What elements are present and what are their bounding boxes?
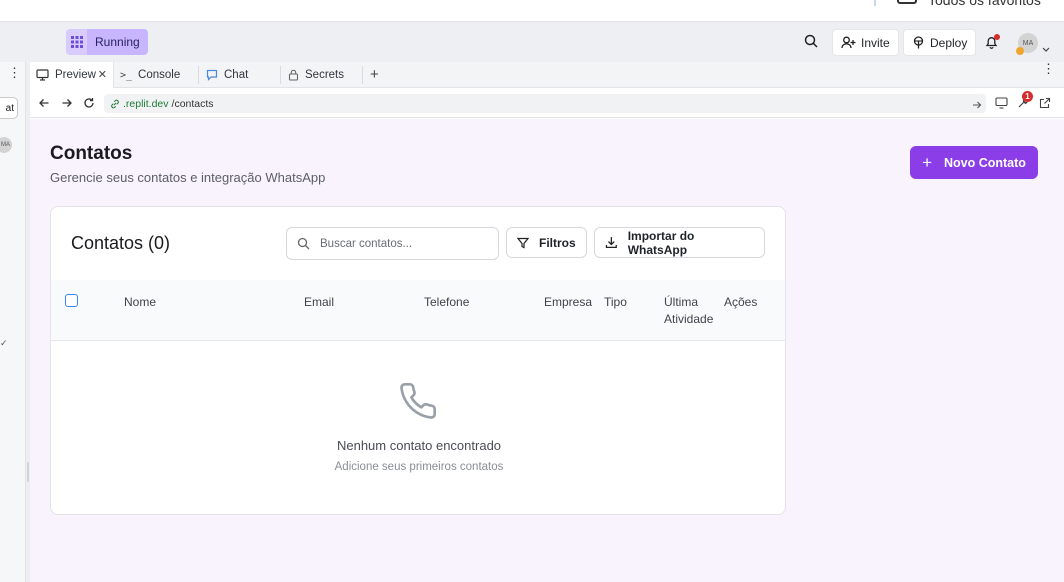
bookmarks-divider: [874, 0, 876, 6]
tab-console[interactable]: >_ Console: [114, 62, 198, 88]
filter-icon: [517, 237, 529, 248]
column-last-activity[interactable]: Última Atividade: [664, 294, 713, 328]
import-label: Importar do WhatsApp: [627, 228, 695, 257]
column-email[interactable]: Email: [304, 294, 334, 311]
forward-arrow-icon[interactable]: [61, 96, 73, 114]
tab-chat[interactable]: Chat: [200, 62, 280, 88]
download-icon: [605, 237, 617, 249]
filters-label: Filtros: [539, 235, 576, 250]
preview-url-bar: .replit.dev/contacts 1: [30, 88, 1064, 118]
tab-divider: [280, 66, 281, 84]
contacts-card: Contatos (0) Filtros Importar do WhatsAp…: [50, 206, 786, 515]
tab-secrets[interactable]: Secrets: [282, 62, 362, 88]
import-whatsapp-button[interactable]: Importar do WhatsApp: [594, 227, 765, 258]
tab-label: Chat: [224, 69, 249, 81]
empty-state-title: Nenhum contato encontrado: [336, 438, 502, 453]
url-path: /contacts: [171, 97, 214, 110]
avatar-status-badge: [1016, 47, 1024, 55]
search-icon: [297, 237, 310, 250]
app-preview: Contatos Gerencie seus contatos e integr…: [30, 119, 1064, 582]
back-arrow-icon[interactable]: [38, 96, 50, 114]
invite-label: Invite: [861, 35, 890, 50]
empty-state-subtitle: Adicione seus primeiros contatos: [334, 461, 504, 473]
workspace-header: Running Invite Deploy MA: [0, 22, 1064, 62]
filters-button[interactable]: Filtros: [506, 227, 587, 258]
column-last-activity-line1: Última: [664, 295, 699, 309]
tab-label: Secrets: [305, 69, 344, 81]
search-icon[interactable]: [804, 34, 818, 53]
search-field[interactable]: [286, 227, 499, 260]
deploy-label: Deploy: [930, 35, 968, 50]
column-last-activity-line2: Atividade: [664, 312, 714, 326]
more-options-icon[interactable]: ⋮: [8, 66, 21, 79]
select-all-checkbox[interactable]: [65, 294, 78, 307]
add-tab-button[interactable]: +: [370, 66, 379, 83]
go-arrow-icon[interactable]: [972, 97, 982, 115]
more-options-icon[interactable]: ⋮: [1042, 62, 1055, 75]
search-input[interactable]: [320, 237, 480, 250]
page-title: Contatos: [50, 143, 133, 164]
chat-bubble-icon: [206, 69, 218, 81]
check-icon: ✓: [0, 338, 8, 348]
folder-icon[interactable]: [897, 0, 917, 4]
empty-state: Nenhum contato encontrado Adicione seus …: [51, 341, 785, 514]
phone-icon: [398, 381, 438, 426]
open-external-icon[interactable]: [1039, 96, 1051, 114]
browser-bookmarks-bar: Todos os favoritos: [0, 0, 1064, 22]
tab-label: Preview: [55, 69, 96, 81]
run-status-button[interactable]: Running: [66, 29, 148, 55]
run-status-label: Running: [87, 29, 148, 55]
new-contact-button[interactable]: + Novo Contato: [910, 146, 1038, 179]
tab-label: Console: [138, 69, 181, 81]
pane-tab-bar: Preview ✕ >_ Console Chat Secrets + ⋮: [30, 62, 1064, 88]
grid-icon: [66, 29, 87, 55]
column-type[interactable]: Tipo: [604, 294, 627, 311]
notification-dot: [994, 34, 1000, 40]
url-input[interactable]: .replit.dev/contacts: [104, 94, 986, 113]
terminal-icon: >_: [120, 69, 133, 81]
link-icon: [111, 99, 119, 108]
deploy-button[interactable]: Deploy: [903, 29, 977, 56]
all-bookmarks-link[interactable]: Todos os favoritos: [928, 0, 1041, 8]
column-actions: Ações: [724, 295, 758, 309]
resize-grip[interactable]: [27, 462, 29, 482]
page-subtitle: Gerencie seus contatos e integração What…: [50, 170, 326, 185]
devices-icon[interactable]: [995, 96, 1008, 114]
add-user-icon: [841, 36, 856, 49]
side-panel-partial: ⋮ at MA ✓: [0, 62, 26, 582]
card-title: Contatos (0): [71, 233, 171, 253]
chevron-down-icon[interactable]: [1042, 39, 1050, 57]
column-phone[interactable]: Telefone: [424, 294, 469, 311]
column-company[interactable]: Empresa: [544, 294, 592, 311]
plus-icon: +: [922, 152, 932, 172]
table-header: Nome Email Telefone Empresa Tipo Última …: [51, 280, 785, 341]
tab-preview[interactable]: Preview ✕: [30, 62, 114, 88]
reload-icon[interactable]: [83, 96, 95, 114]
close-icon[interactable]: ✕: [98, 68, 107, 81]
tab-divider: [362, 66, 363, 84]
lock-icon: [288, 69, 299, 81]
monitor-icon: [36, 69, 49, 81]
url-host: .replit.dev: [123, 97, 169, 110]
chat-tab-chip[interactable]: at: [0, 97, 18, 119]
invite-button[interactable]: Invite: [832, 29, 899, 56]
column-name[interactable]: Nome: [124, 294, 156, 311]
deploy-icon: [913, 36, 924, 49]
tab-divider: [198, 66, 199, 84]
new-contact-label: Novo Contato: [944, 155, 1026, 170]
devtools-error-badge: 1: [1022, 91, 1033, 102]
avatar: MA: [0, 137, 12, 153]
